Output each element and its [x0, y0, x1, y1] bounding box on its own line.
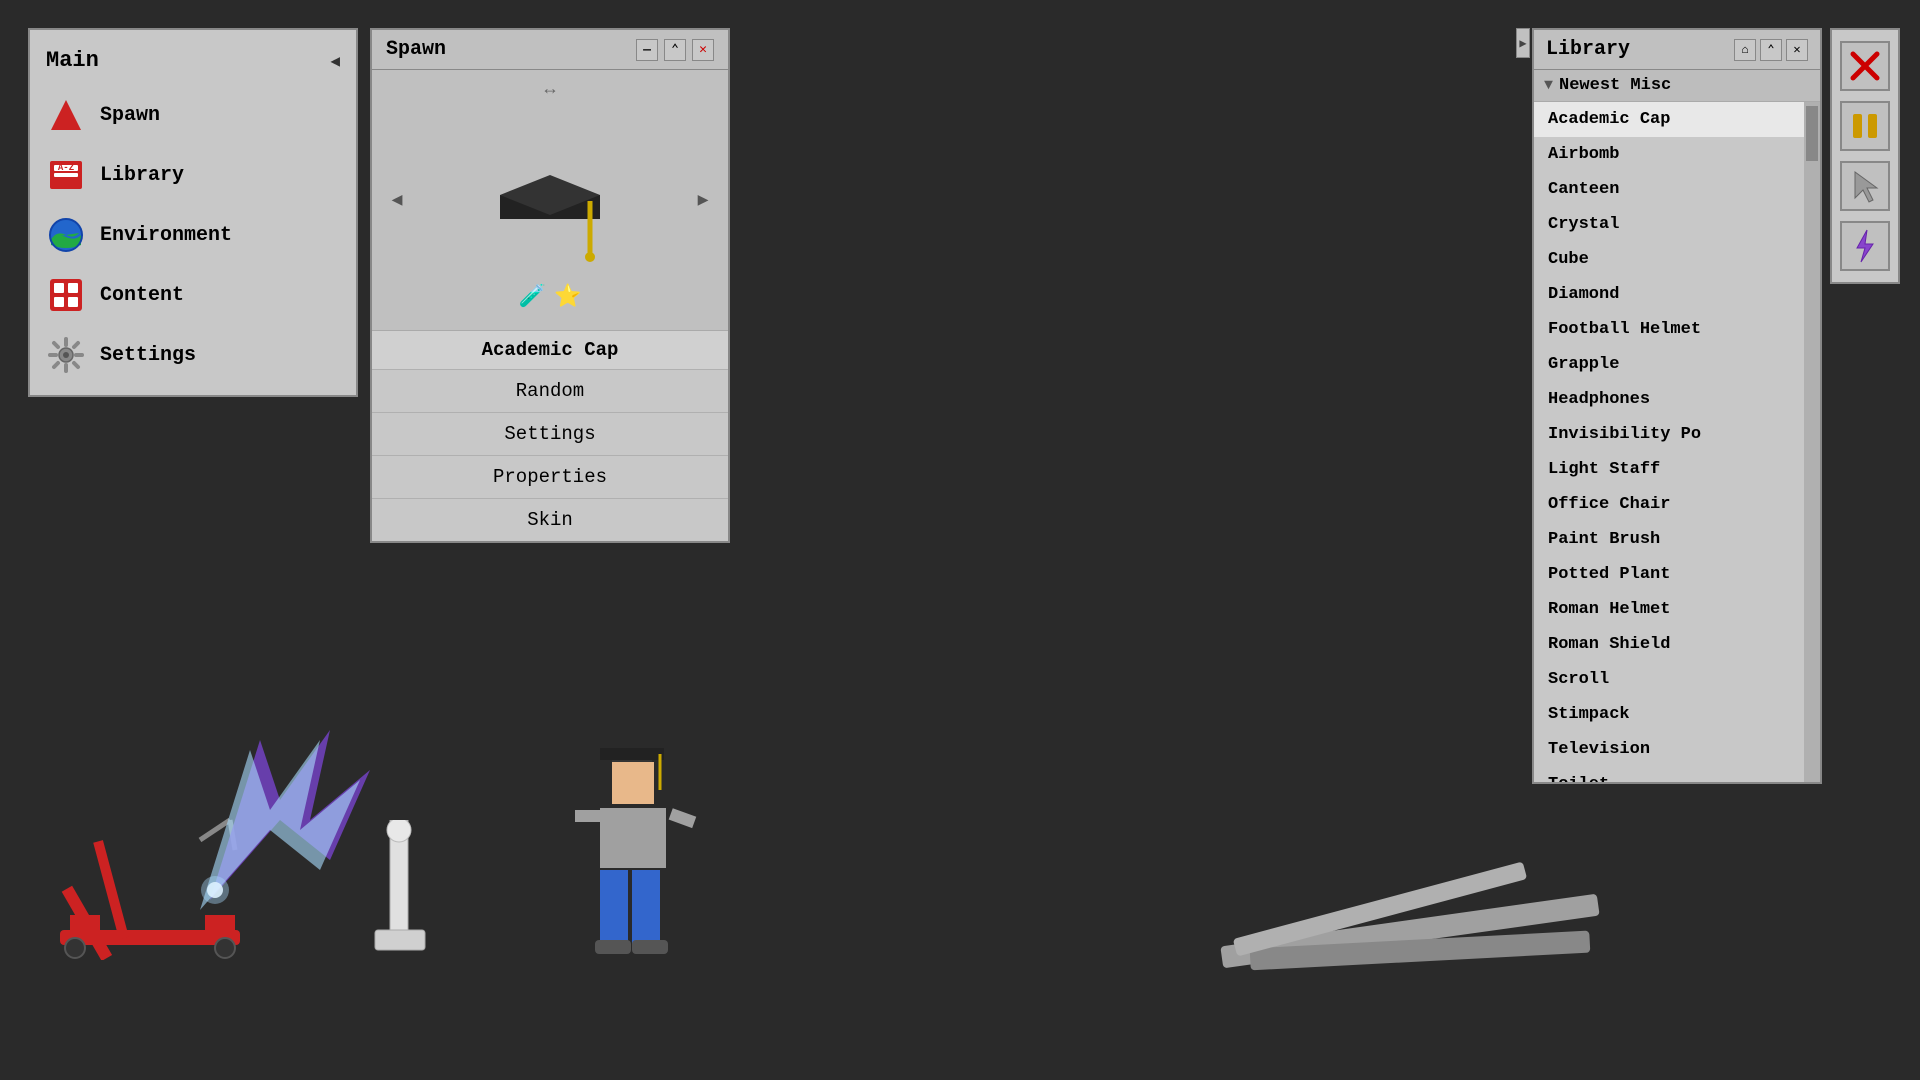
scene-stand	[370, 820, 435, 960]
library-item-office-chair[interactable]: Office Chair	[1534, 487, 1804, 522]
library-scrollbar-thumb[interactable]	[1806, 106, 1818, 161]
library-item-roman-helmet[interactable]: Roman Helmet	[1534, 592, 1804, 627]
library-item-grapple[interactable]: Grapple	[1534, 347, 1804, 382]
toolbar-cursor-btn[interactable]	[1840, 161, 1890, 211]
scene-sparkle	[180, 720, 400, 920]
spawn-panel-collapse-btn[interactable]: ⌃	[664, 39, 686, 61]
library-icon: A-Z	[46, 155, 86, 195]
spawn-menu-items: Random Settings Properties Skin	[372, 369, 728, 541]
spawn-menu-settings[interactable]: Settings	[372, 412, 728, 455]
library-item-toilet[interactable]: Toilet	[1534, 767, 1804, 782]
library-panel-title: Library ⌂ ⌃ ✕	[1534, 30, 1820, 70]
spawn-item-name: Academic Cap	[372, 330, 728, 369]
scene-character	[570, 740, 700, 960]
library-scrollbar[interactable]	[1804, 102, 1820, 782]
main-panel-collapse-btn[interactable]: ◀	[330, 51, 340, 71]
toolbar-close-btn[interactable]	[1840, 41, 1890, 91]
library-area-collapse-btn[interactable]: ▶	[1516, 28, 1530, 58]
resize-icon: ↔	[545, 80, 556, 100]
settings-icon	[46, 335, 86, 375]
library-close-btn[interactable]: ✕	[1786, 39, 1808, 61]
spawn-panel-close-btn[interactable]: ✕	[692, 39, 714, 61]
spawn-preview-model	[490, 165, 610, 265]
library-item-canteen[interactable]: Canteen	[1534, 172, 1804, 207]
library-item-light-staff[interactable]: Light Staff	[1534, 452, 1804, 487]
spawn-panel-title: Spawn ― ⌃ ✕	[372, 30, 728, 70]
spawn-icon	[46, 95, 86, 135]
spawn-panel-minimize-btn[interactable]: ―	[636, 39, 658, 61]
library-item-crystal[interactable]: Crystal	[1534, 207, 1804, 242]
filter-label: Newest Misc	[1559, 76, 1671, 95]
sidebar-item-environment[interactable]: Environment	[30, 205, 356, 265]
library-item-diamond[interactable]: Diamond	[1534, 277, 1804, 312]
library-scroll-wrapper: Academic CapAirbombCanteenCrystalCubeDia…	[1534, 102, 1820, 782]
library-title-btns: ⌂ ⌃ ✕	[1734, 39, 1808, 61]
sidebar-item-spawn[interactable]: Spawn	[30, 85, 356, 145]
library-item-airbomb[interactable]: Airbomb	[1534, 137, 1804, 172]
sidebar-item-settings[interactable]: Settings	[30, 325, 356, 385]
spawn-flask-icon: 🧪	[519, 284, 546, 310]
environment-icon	[46, 215, 86, 255]
library-item-television[interactable]: Television	[1534, 732, 1804, 767]
environment-label: Environment	[100, 224, 232, 247]
library-item-potted-plant[interactable]: Potted Plant	[1534, 557, 1804, 592]
spawn-star-icon: ⭐	[554, 284, 581, 310]
library-home-btn[interactable]: ⌂	[1734, 39, 1756, 61]
library-item-academic-cap[interactable]: Academic Cap	[1534, 102, 1804, 137]
svg-text:A-Z: A-Z	[58, 163, 74, 173]
filter-collapse-icon: ▼	[1544, 77, 1553, 94]
main-panel-label: Main	[46, 48, 99, 73]
library-item-scroll[interactable]: Scroll	[1534, 662, 1804, 697]
library-item-cube[interactable]: Cube	[1534, 242, 1804, 277]
library-item-stimpack[interactable]: Stimpack	[1534, 697, 1804, 732]
library-item-invisibility-p[interactable]: Invisibility Po	[1534, 417, 1804, 452]
library-items-list: Academic CapAirbombCanteenCrystalCubeDia…	[1534, 102, 1820, 782]
library-item-football-helmet[interactable]: Football Helmet	[1534, 312, 1804, 347]
spawn-menu-random[interactable]: Random	[372, 369, 728, 412]
right-toolbar	[1830, 28, 1900, 284]
main-panel: Main ◀ Spawn A-Z Library	[28, 28, 358, 397]
sidebar-item-content[interactable]: Content	[30, 265, 356, 325]
library-panel-label: Library	[1546, 38, 1630, 61]
library-label: Library	[100, 164, 184, 187]
settings-label: Settings	[100, 344, 196, 367]
spawn-label: Spawn	[100, 104, 160, 127]
content-icon	[46, 275, 86, 315]
toolbar-lightning-btn[interactable]	[1840, 221, 1890, 271]
spawn-next-btn[interactable]: ▶	[688, 185, 718, 215]
library-panel: Library ⌂ ⌃ ✕ ▼ Newest Misc Academic Cap…	[1532, 28, 1822, 784]
main-panel-title: Main ◀	[30, 40, 356, 85]
library-item-roman-shield[interactable]: Roman Shield	[1534, 627, 1804, 662]
library-filter-row: ▼ Newest Misc	[1534, 70, 1820, 102]
spawn-menu-skin[interactable]: Skin	[372, 498, 728, 541]
library-item-paint-brush[interactable]: Paint Brush	[1534, 522, 1804, 557]
toolbar-pause-btn[interactable]	[1840, 101, 1890, 151]
scene-debris	[1220, 860, 1620, 1000]
spawn-preview: ↔ ◀ ▶ 🧪 ⭐	[372, 70, 728, 330]
library-minimize-btn[interactable]: ⌃	[1760, 39, 1782, 61]
spawn-panel-label: Spawn	[386, 38, 446, 61]
spawn-panel: Spawn ― ⌃ ✕ ↔ ◀ ▶ 🧪 ⭐ Academic Cap	[370, 28, 730, 543]
sidebar-item-library[interactable]: A-Z Library	[30, 145, 356, 205]
content-label: Content	[100, 284, 184, 307]
spawn-menu-properties[interactable]: Properties	[372, 455, 728, 498]
library-item-headphones[interactable]: Headphones	[1534, 382, 1804, 417]
spawn-prev-btn[interactable]: ◀	[382, 185, 412, 215]
spawn-panel-buttons: ― ⌃ ✕	[636, 39, 714, 61]
